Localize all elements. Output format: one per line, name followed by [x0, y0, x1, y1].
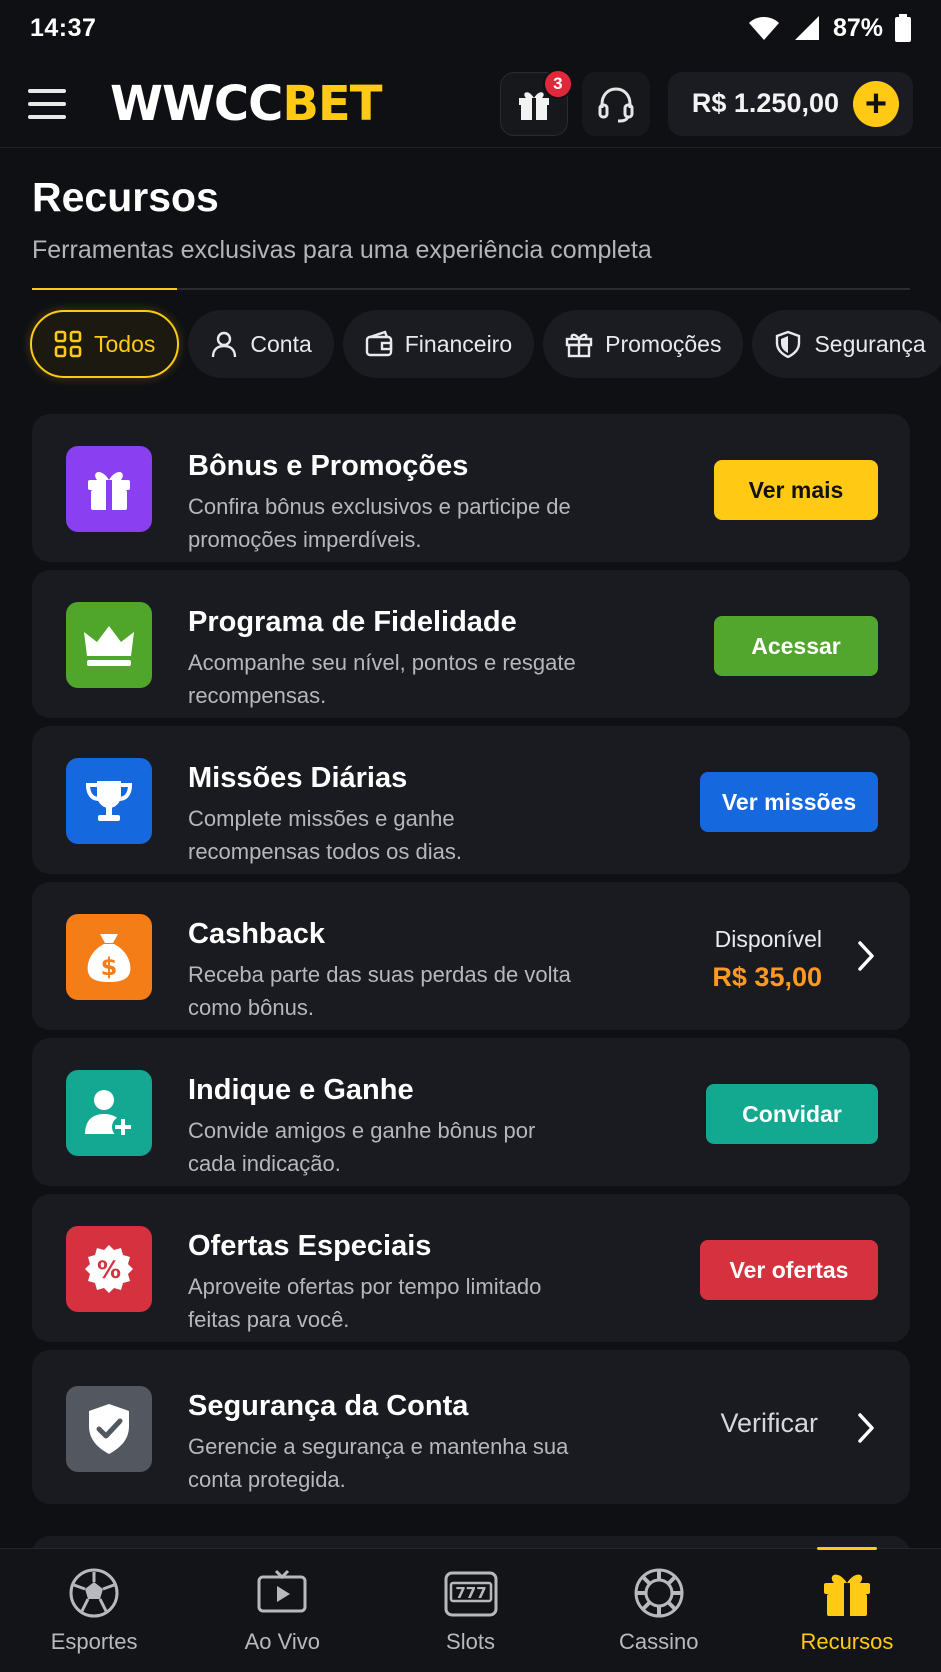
card-description: Confira bônus exclusivos e participe de … [188, 494, 571, 552]
acessar-button[interactable]: Acessar [714, 616, 878, 676]
status-time: 14:37 [30, 13, 97, 42]
gift-icon [88, 472, 130, 510]
title-divider [32, 288, 910, 290]
hamburger-icon [28, 88, 66, 93]
wifi-icon [748, 17, 779, 40]
card-cashback[interactable]: $ Cashback Receba parte das suas perdas … [32, 882, 910, 1030]
card-description: Aproveite ofertas por tempo limitado fei… [188, 1274, 542, 1332]
svg-text:$: $ [101, 953, 118, 981]
menu-button[interactable] [28, 81, 74, 127]
chevron-right-icon[interactable] [856, 940, 876, 972]
battery-percent: 87% [832, 13, 883, 42]
shield-icon [776, 330, 801, 358]
gift-button[interactable]: 3 [499, 68, 573, 136]
card-icon-bg [66, 758, 152, 844]
status-icons: 87% [747, 14, 911, 43]
support-button[interactable] [581, 71, 650, 136]
svg-text:%: % [97, 1256, 121, 1284]
page-title: Recursos [32, 174, 219, 220]
card-description: Gerencie a segurança e mantenha sua cont… [188, 1434, 569, 1492]
card-title: Segurança da Conta [188, 1390, 469, 1422]
card-title: Missões Diárias [188, 762, 408, 794]
tab-financeiro[interactable]: Financeiro [342, 310, 535, 378]
tab-promocoes[interactable]: Promoções [543, 310, 744, 378]
casino-chip-icon [634, 1568, 684, 1618]
category-tabs: Todos Conta Financeiro Promoções Seguran… [30, 310, 941, 378]
card-indique[interactable]: Indique e Ganhe Convide amigos e ganhe b… [32, 1038, 910, 1186]
available-label: Disponível [714, 926, 822, 952]
live-play-icon [257, 1569, 307, 1613]
card-description: Complete missões e ganhe recompensas tod… [188, 806, 462, 864]
slot-machine-icon: 777 [444, 1571, 497, 1617]
nav-esportes[interactable]: Esportes [0, 1549, 188, 1672]
balance-amount: R$ 1.250,00 [691, 88, 839, 118]
card-icon-bg [66, 1386, 152, 1472]
discount-icon: % [85, 1245, 133, 1293]
tab-seguranca[interactable]: Segurança [752, 310, 941, 378]
card-bonus[interactable]: Bônus e Promoções Confira bônus exclusiv… [32, 414, 910, 562]
card-title: Cashback [188, 918, 326, 950]
card-description: Convide amigos e ganhe bônus por cada in… [188, 1118, 536, 1176]
nav-recursos[interactable]: Recursos [753, 1547, 941, 1672]
card-missoes[interactable]: Missões Diárias Complete missões e ganhe… [32, 726, 910, 874]
page-subtitle: Ferramentas exclusivas para uma experiên… [32, 236, 652, 264]
balance-display[interactable]: R$ 1.250,00 + [667, 71, 913, 136]
ver-ofertas-button[interactable]: Ver ofertas [700, 1240, 878, 1300]
card-title: Programa de Fidelidade [188, 606, 517, 638]
chevron-right-icon[interactable] [856, 1412, 876, 1444]
soccer-ball-icon [69, 1568, 119, 1618]
card-icon-bg: $ [66, 914, 152, 1000]
verificar-link[interactable]: Verificar [720, 1408, 818, 1439]
card-icon-bg: % [66, 1226, 152, 1312]
available-amount: R$ 35,00 [712, 962, 822, 992]
shield-check-icon [89, 1404, 129, 1454]
ver-mais-button[interactable]: Ver mais [714, 460, 878, 520]
card-description: Acompanhe seu nível, pontos e resgate re… [188, 650, 576, 708]
card-title: Indique e Ganhe [188, 1074, 414, 1106]
nav-slots[interactable]: 777 Slots [376, 1549, 564, 1672]
ver-missoes-button[interactable]: Ver missões [700, 772, 878, 832]
active-indicator [816, 1547, 877, 1550]
card-description: Receba parte das suas perdas de volta co… [188, 962, 571, 1020]
card-seguranca[interactable]: Segurança da Conta Gerencie a segurança … [32, 1350, 910, 1504]
card-ofertas[interactable]: % Ofertas Especiais Aproveite ofertas po… [32, 1194, 910, 1342]
crown-icon [84, 626, 134, 666]
status-bar: 14:37 87% [0, 0, 941, 56]
card-title: Bônus e Promoções [188, 450, 469, 482]
trophy-icon [85, 781, 133, 821]
card-title: Ofertas Especiais [188, 1230, 432, 1262]
wallet-icon [365, 330, 392, 357]
user-icon [212, 331, 237, 358]
money-bag-icon: $ [87, 934, 131, 982]
tab-conta[interactable]: Conta [188, 310, 334, 378]
card-icon-bg [66, 446, 152, 532]
add-funds-button[interactable]: + [853, 80, 899, 127]
nav-cassino[interactable]: Cassino [565, 1549, 753, 1672]
card-icon-bg [66, 1070, 152, 1156]
app-header: WWCCBET 3 R$ 1.250,00 + [0, 60, 941, 148]
cell-signal-icon [794, 16, 819, 40]
notification-badge: 3 [542, 68, 573, 99]
tab-todos[interactable]: Todos [30, 310, 180, 378]
add-user-icon [85, 1090, 134, 1138]
battery-icon [895, 14, 911, 42]
bottom-nav: Esportes Ao Vivo 777 Slots Cassino Recur… [0, 1547, 941, 1672]
gift-icon [823, 1574, 870, 1616]
svg-text:777: 777 [455, 1584, 486, 1602]
headset-icon [598, 86, 634, 122]
convidar-button[interactable]: Convidar [706, 1084, 878, 1144]
logo[interactable]: WWCCBET [110, 76, 382, 132]
card-icon-bg [66, 602, 152, 688]
card-fidelidade[interactable]: Programa de Fidelidade Acompanhe seu nív… [32, 570, 910, 718]
grid-icon [54, 330, 82, 358]
gift-icon [565, 333, 593, 358]
nav-ao-vivo[interactable]: Ao Vivo [188, 1549, 376, 1672]
